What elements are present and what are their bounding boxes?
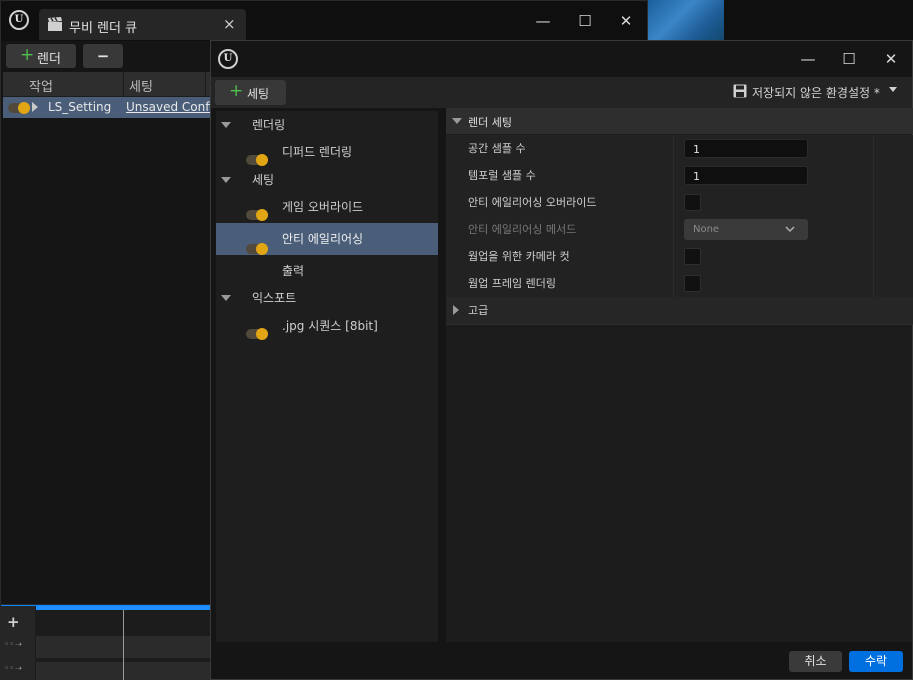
close-button[interactable]: ✕ — [611, 8, 641, 34]
close-button[interactable]: ✕ — [876, 46, 906, 72]
column-setting[interactable]: 세팅 — [129, 76, 153, 95]
cancel-button[interactable]: 취소 — [789, 651, 842, 672]
queue-tab[interactable]: 무비 렌더 큐 × — [39, 9, 246, 40]
tree-category-rendering[interactable]: 렌더링 — [216, 111, 438, 139]
add-setting-label: 세팅 — [247, 87, 270, 101]
minimize-button[interactable]: — — [528, 8, 558, 34]
save-icon — [733, 84, 747, 98]
clapperboard-icon — [48, 17, 62, 31]
maximize-button[interactable]: ☐ — [570, 8, 600, 34]
expand-arrow-icon — [453, 305, 459, 315]
collapse-arrow-icon — [221, 177, 231, 183]
tree-item-deferred[interactable]: 디퍼드 렌더링 — [216, 138, 438, 166]
viewport-background — [648, 0, 724, 41]
accept-button-label: 수락 — [864, 654, 888, 668]
queue-tab-title: 무비 렌더 큐 — [69, 21, 138, 36]
tree-item-label: 디퍼드 렌더링 — [282, 145, 353, 159]
tree-item-output[interactable]: 출력 — [216, 257, 438, 285]
aa-override-checkbox[interactable] — [684, 194, 701, 211]
job-config-link[interactable]: Unsaved Config — [126, 100, 220, 114]
section-title: 렌더 세팅 — [468, 116, 512, 129]
prop-row-warmup-frames: 웜업 프레임 렌더링 — [446, 270, 913, 298]
enable-toggle[interactable] — [246, 328, 268, 340]
tree-item-label: .jpg 시퀀스 [8bit] — [282, 319, 378, 333]
minus-icon: − — [96, 47, 110, 65]
panel-splitter[interactable] — [438, 111, 446, 643]
tree-category-label: 세팅 — [252, 173, 275, 187]
prop-label: 공간 샘플 수 — [468, 142, 526, 155]
tree-item-game-override[interactable]: 게임 오버라이드 — [216, 193, 438, 221]
prop-label: 안티 에일리어싱 오버라이드 — [468, 196, 597, 209]
column-job[interactable]: 작업 — [29, 76, 53, 95]
warmup-frames-checkbox[interactable] — [684, 275, 701, 292]
playhead[interactable] — [123, 606, 124, 680]
settings-tree: 렌더링 디퍼드 렌더링 세팅 게임 오버라이드 안티 에일리어싱 출력 익스포트… — [216, 111, 438, 643]
job-name: LS_Setting — [48, 100, 112, 114]
plus-icon: + — [20, 45, 35, 65]
collapse-arrow-icon — [221, 122, 231, 128]
tree-category-settings[interactable]: 세팅 — [216, 166, 438, 194]
tree-category-label: 익스포트 — [252, 291, 297, 305]
column-divider — [123, 72, 124, 96]
tree-item-jpg-sequence[interactable]: .jpg 시퀀스 [8bit] — [216, 312, 438, 340]
section-header-render-settings[interactable]: 렌더 세팅 — [446, 108, 913, 134]
tree-category-export[interactable]: 익스포트 — [216, 284, 438, 312]
add-track-plus-icon[interactable]: + — [7, 613, 20, 631]
warmup-camera-cut-checkbox[interactable] — [684, 248, 701, 265]
enable-toggle[interactable] — [246, 243, 268, 255]
render-button[interactable]: + 렌더 — [6, 44, 76, 68]
tree-item-label: 출력 — [282, 264, 305, 278]
accept-button[interactable]: 수락 — [849, 651, 903, 672]
chevron-down-icon — [785, 226, 795, 233]
prop-row-warmup-camera-cut: 웜업을 위한 카메라 컷 — [446, 243, 913, 271]
cancel-button-label: 취소 — [804, 654, 827, 668]
prop-row-aa-method: 안티 에일리어싱 메서드 None — [446, 216, 913, 244]
spatial-sample-count-input[interactable]: 1 — [684, 139, 808, 158]
unreal-logo-icon: U — [9, 10, 29, 30]
tree-item-label: 게임 오버라이드 — [282, 200, 364, 214]
prop-row-spatial-samples: 공간 샘플 수 1 — [446, 135, 913, 163]
add-setting-button[interactable]: + 세팅 — [215, 80, 286, 105]
dropdown-value: None — [693, 224, 720, 235]
prop-row-temporal-samples: 템포럴 샘플 수 1 — [446, 162, 913, 190]
maximize-button[interactable]: ☐ — [834, 46, 864, 72]
sequencer-panel: + ◦◦➝ ◦◦➝ — [0, 606, 211, 680]
collapse-arrow-icon — [452, 118, 462, 124]
remove-job-button[interactable]: − — [83, 44, 123, 68]
preset-label: 저장되지 않은 환경설정 * — [752, 86, 880, 100]
prop-label: 안티 에일리어싱 메서드 — [468, 223, 577, 236]
plus-icon: + — [229, 81, 244, 101]
details-column-divider — [673, 135, 674, 297]
column-divider — [205, 72, 206, 96]
job-enable-toggle[interactable] — [8, 102, 30, 114]
minimize-button[interactable]: — — [793, 46, 823, 72]
key-nav-icon[interactable]: ◦◦➝ — [4, 664, 22, 674]
enable-toggle[interactable] — [246, 154, 268, 166]
tab-close-icon[interactable]: × — [223, 15, 236, 33]
render-button-label: 렌더 — [37, 52, 61, 67]
tree-item-label: 안티 에일리어싱 — [282, 232, 364, 246]
unreal-logo-icon: U — [218, 49, 238, 69]
chevron-down-icon — [889, 87, 897, 92]
aa-method-dropdown[interactable]: None — [684, 219, 808, 240]
enable-toggle[interactable] — [246, 209, 268, 221]
temporal-sample-count-input[interactable]: 1 — [684, 166, 808, 185]
collapse-arrow-icon — [221, 295, 231, 301]
prop-label: 템포럴 샘플 수 — [468, 169, 536, 182]
section-header-advanced[interactable]: 고급 — [446, 297, 913, 325]
section-title: 고급 — [468, 304, 489, 317]
expand-arrow-icon[interactable] — [32, 102, 38, 112]
timeline-bar — [36, 606, 211, 610]
tree-category-label: 렌더링 — [252, 118, 286, 132]
prop-row-aa-override: 안티 에일리어싱 오버라이드 — [446, 189, 913, 217]
details-column-divider — [873, 135, 874, 297]
prop-label: 웜업 프레임 렌더링 — [468, 277, 556, 290]
key-nav-icon[interactable]: ◦◦➝ — [4, 640, 22, 650]
tree-item-anti-aliasing[interactable]: 안티 에일리어싱 — [216, 223, 438, 255]
prop-label: 웜업을 위한 카메라 컷 — [468, 250, 570, 263]
